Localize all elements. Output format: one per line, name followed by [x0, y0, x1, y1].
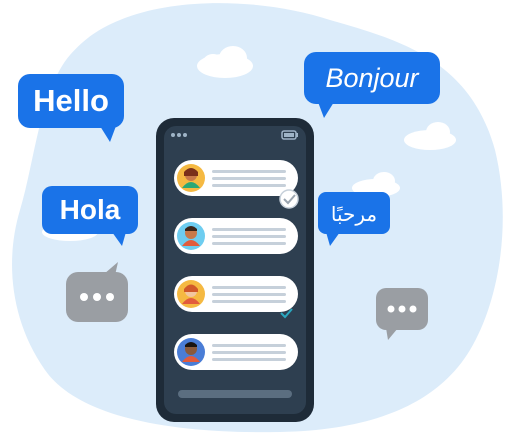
- signal-icon: [171, 133, 187, 137]
- avatar-icon: [177, 164, 205, 192]
- typing-dots-icon: [387, 305, 417, 313]
- typing-dots-icon: [80, 293, 114, 301]
- avatar-icon: [177, 338, 205, 366]
- avatar-icon: [177, 280, 205, 308]
- message-card-4: [174, 334, 298, 370]
- home-bar: [178, 390, 292, 398]
- hola-greeting: Hola: [59, 194, 121, 225]
- hello-greeting: Hello: [33, 83, 109, 118]
- check-icon: [279, 189, 299, 209]
- message-card-3: [174, 276, 298, 319]
- marhaba-greeting: مرحبًا: [330, 202, 378, 226]
- message-card-2: [174, 218, 298, 254]
- bonjour-greeting: Bonjour: [325, 63, 419, 93]
- avatar-icon: [177, 222, 205, 250]
- messaging-illustration: Hello Bonjour Hola مرحبًا: [0, 0, 505, 434]
